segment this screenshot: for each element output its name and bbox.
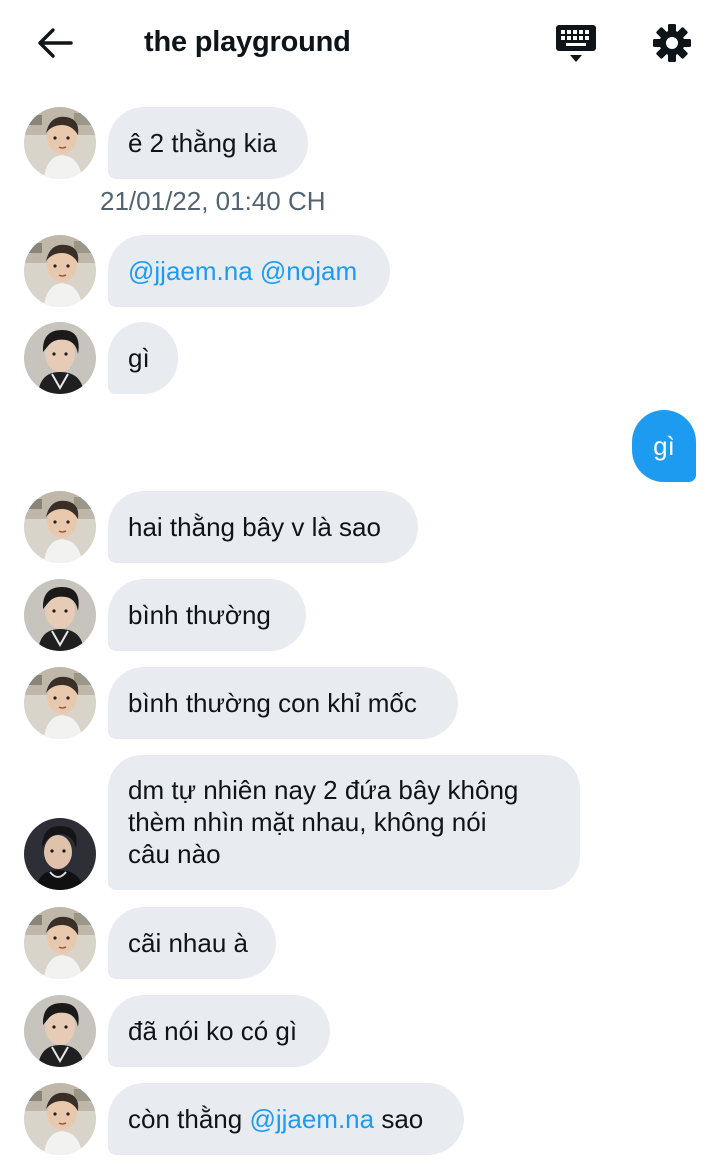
avatar-a[interactable]	[24, 907, 96, 979]
message-line: thèm nhìn mặt nhau, không nói	[128, 807, 487, 837]
message-text: hai thằng bây v là sao	[128, 511, 381, 543]
avatar-b[interactable]	[24, 579, 96, 651]
settings-button[interactable]	[647, 20, 697, 70]
outgoing-message-bubble[interactable]: gì	[632, 410, 696, 482]
message-text: @jjaem.na @nojam	[128, 255, 357, 287]
keyboard-icon	[555, 23, 597, 70]
avatar-a[interactable]	[24, 667, 96, 739]
avatar-a[interactable]	[24, 107, 96, 179]
message-text: gì	[653, 430, 675, 462]
message-text: dm tự nhiên nay 2 đứa bây không thèm nhìn…	[128, 774, 518, 870]
message-line: dm tự nhiên nay 2 đứa bây không	[128, 775, 519, 805]
message-timestamp: 21/01/22, 01:40 CH	[100, 186, 326, 216]
message-text: ê 2 thằng kia	[128, 127, 277, 159]
message-text-segment: bình thường con khỉ mốc	[128, 688, 417, 718]
message-text-segment: ê 2 thằng kia	[128, 128, 277, 158]
message-text-segment: gì	[653, 431, 675, 461]
conversation-header: the playground	[0, 0, 720, 88]
incoming-message-bubble[interactable]: bình thường con khỉ mốc	[108, 667, 458, 739]
gear-icon	[652, 23, 692, 68]
avatar-b[interactable]	[24, 322, 96, 394]
message-text-segment	[253, 256, 260, 286]
incoming-message-bubble[interactable]: bình thường	[108, 579, 306, 651]
message-text-segment: còn thằng	[128, 1104, 250, 1134]
message-text-segment: gì	[128, 343, 150, 373]
incoming-message-bubble[interactable]: cãi nhau à	[108, 907, 276, 979]
message-text: đã nói ko có gì	[128, 1015, 297, 1047]
message-text-segment: cãi nhau à	[128, 928, 248, 958]
back-button[interactable]	[30, 22, 80, 68]
message-text: bình thường con khỉ mốc	[128, 687, 417, 719]
message-line: câu nào	[128, 839, 221, 869]
message-text-segment: hai thằng bây v là sao	[128, 512, 381, 542]
avatar-a[interactable]	[24, 235, 96, 307]
incoming-message-bubble[interactable]: còn thằng @jjaem.na sao	[108, 1083, 464, 1155]
user-mention-link[interactable]: @nojam	[260, 256, 357, 286]
message-text: cãi nhau à	[128, 927, 248, 959]
incoming-message-bubble[interactable]: @jjaem.na @nojam	[108, 235, 390, 307]
incoming-message-bubble[interactable]: đã nói ko có gì	[108, 995, 330, 1067]
message-text: gì	[128, 342, 150, 374]
avatar-a[interactable]	[24, 491, 96, 563]
incoming-message-bubble[interactable]: gì	[108, 322, 178, 394]
conversation-title: the playground	[144, 26, 351, 58]
incoming-message-bubble[interactable]: dm tự nhiên nay 2 đứa bây không thèm nhìn…	[108, 755, 580, 890]
user-mention-link[interactable]: @jjaem.na	[249, 1104, 374, 1134]
user-mention-link[interactable]: @jjaem.na	[128, 256, 253, 286]
avatar-b[interactable]	[24, 995, 96, 1067]
message-text-segment: bình thường	[128, 600, 271, 630]
message-text-segment: sao	[374, 1104, 424, 1134]
incoming-message-bubble[interactable]: ê 2 thằng kia	[108, 107, 308, 179]
avatar-a[interactable]	[24, 1083, 96, 1155]
incoming-message-bubble[interactable]: hai thằng bây v là sao	[108, 491, 418, 563]
keyboard-shortcuts-button[interactable]	[552, 22, 600, 70]
message-text: bình thường	[128, 599, 271, 631]
message-text: còn thằng @jjaem.na sao	[128, 1103, 423, 1135]
message-text-segment: đã nói ko có gì	[128, 1016, 298, 1046]
arrow-left-icon	[37, 27, 73, 64]
avatar-c[interactable]	[24, 818, 96, 890]
